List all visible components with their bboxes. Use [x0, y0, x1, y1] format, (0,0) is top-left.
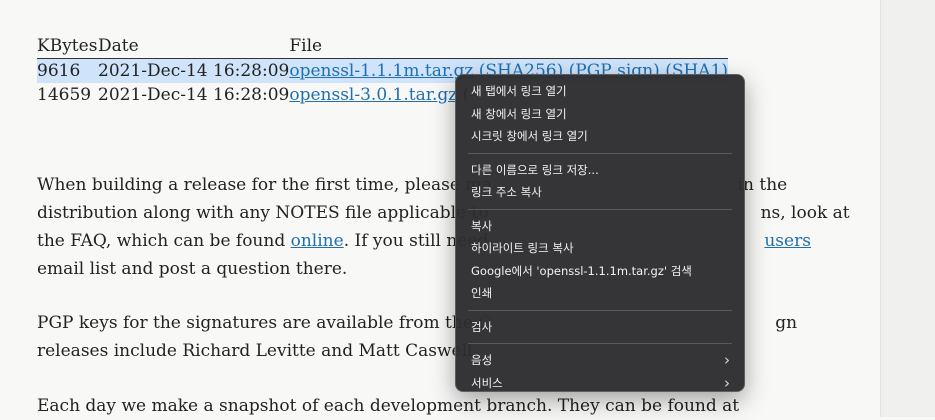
menu-item-print[interactable]: 인쇄: [456, 282, 744, 305]
para-line: Each day we make a snapshot of each deve…: [37, 396, 740, 416]
header-date: Date: [98, 34, 290, 59]
para-text: When building a release for the first ti…: [37, 175, 492, 195]
para-text: ns, look at: [760, 203, 850, 223]
table-header-row: KBytes Date File: [37, 34, 729, 59]
menu-item-search-google[interactable]: Google에서 'openssl-1.1.1m.tar.gz' 검색: [456, 260, 744, 283]
menu-item-speech[interactable]: 음성 ›: [456, 349, 744, 372]
chevron-right-icon: ›: [724, 373, 730, 392]
header-file: File: [289, 34, 729, 59]
menu-item-copy[interactable]: 복사: [456, 215, 744, 238]
users-list-link[interactable]: users: [764, 231, 811, 251]
para-text: the FAQ, which can be found: [37, 231, 291, 251]
menu-item-inspect[interactable]: 검사: [456, 316, 744, 339]
menu-item-open-incognito[interactable]: 시크릿 창에서 링크 열기: [456, 125, 744, 148]
menu-item-open-new-tab[interactable]: 새 탭에서 링크 열기: [456, 80, 744, 103]
file-link[interactable]: openssl-3.0.1.tar.gz: [289, 85, 457, 105]
menu-separator: [468, 309, 732, 311]
faq-online-link[interactable]: online: [291, 231, 344, 251]
para-text: in the: [737, 175, 788, 195]
row-kbytes: 9616: [37, 58, 98, 83]
para-text: gn: [775, 313, 798, 333]
menu-separator: [468, 152, 732, 154]
file-link[interactable]: openssl-1.1.1m.tar.gz: [289, 61, 473, 81]
row-kbytes: 14659: [37, 84, 92, 105]
menu-item-copy-highlight-link[interactable]: 하이라이트 링크 복사: [456, 237, 744, 260]
menu-item-label: 음성: [471, 353, 493, 367]
chevron-right-icon: ›: [724, 351, 730, 369]
right-margin: [880, 0, 935, 417]
menu-item-services[interactable]: 서비스 ›: [456, 372, 744, 395]
context-menu: 새 탭에서 링크 열기 새 창에서 링크 열기 시크릿 창에서 링크 열기 다른…: [455, 74, 745, 392]
menu-separator: [468, 208, 732, 210]
menu-item-label: 서비스: [471, 375, 503, 390]
header-kbytes: KBytes: [37, 34, 98, 59]
menu-separator: [468, 343, 732, 344]
row-date: 2021-Dec-14 16:28:09: [98, 58, 290, 83]
para-text: PGP keys for the signatures are availabl…: [37, 313, 479, 333]
menu-item-open-new-window[interactable]: 새 창에서 링크 열기: [456, 103, 744, 126]
menu-item-copy-link-address[interactable]: 링크 주소 복사: [456, 181, 744, 204]
snapshot-paragraph: Each day we make a snapshot of each deve…: [37, 392, 739, 420]
menu-item-save-link-as[interactable]: 다른 이름으로 링크 저장...: [456, 159, 744, 182]
para-text: distribution along with any NOTES file a…: [37, 203, 489, 223]
row-date: 2021-Dec-14 16:28:09: [98, 84, 290, 105]
